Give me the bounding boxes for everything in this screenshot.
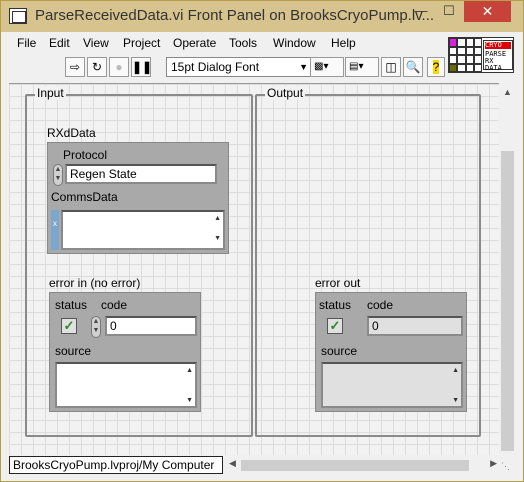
rxddata-label: RXdData [47, 126, 96, 140]
window-title: ParseReceivedData.vi Front Panel on Broo… [35, 7, 435, 24]
abort-icon: ● [115, 60, 123, 74]
scroll-up-icon[interactable]: ▲ [503, 87, 512, 97]
font-select[interactable]: 15pt Dialog Font ▼ [166, 57, 312, 77]
minimize-button[interactable]: — [407, 1, 435, 22]
maximize-icon: ☐ [443, 3, 455, 18]
vi-window: ParseReceivedData.vi Front Panel on Broo… [0, 0, 524, 482]
error-out-code-field: 0 [367, 316, 463, 336]
array-index-display[interactable]: x [51, 210, 59, 250]
error-out-code-label: code [367, 298, 394, 312]
menu-window[interactable]: Window [273, 36, 316, 50]
vi-icon-line-1: CRYO [485, 42, 511, 49]
protocol-ring[interactable]: Regen State [65, 164, 217, 184]
menu-view[interactable]: View [83, 36, 109, 50]
menu-operate[interactable]: Operate [173, 36, 216, 50]
labview-icon [9, 8, 27, 24]
vertical-scroll-thumb[interactable] [501, 151, 514, 451]
error-out-source-textbox: ▲ ▼ [321, 362, 463, 408]
search-icon: 🔍 [405, 60, 421, 74]
pause-icon: ❚❚ [132, 60, 153, 74]
vi-connector-icon[interactable]: CRYO PARSE RX DATA [448, 37, 514, 73]
close-button[interactable]: ✕ [464, 1, 511, 22]
error-out-label: error out [315, 276, 361, 290]
close-icon: ✕ [481, 3, 494, 19]
toolbar: ⇨ ↻ ● ❚❚ 15pt Dialog Font ▼ ▩▾ ▤▾ ◫ 🔍 ? [9, 54, 445, 80]
source-scroll-arrows-icon[interactable]: ▲ ▼ [186, 366, 193, 406]
maximize-button[interactable]: ☐ [435, 1, 463, 22]
chevron-down-icon: ▼ [299, 62, 308, 72]
help-button[interactable]: ? [427, 57, 445, 77]
error-in-status-label: status [55, 298, 88, 312]
input-cluster-title: Input [35, 86, 66, 100]
horizontal-scrollbar[interactable]: ◀ ▶ [227, 457, 499, 474]
menu-bar: File Edit View Project Operate Tools Win… [9, 34, 443, 52]
commsdata-label: CommsData [51, 190, 118, 204]
protocol-ring-arrows[interactable]: ▲ ▼ [53, 164, 63, 186]
distribute-objects-button[interactable]: ▤▾ [345, 57, 379, 77]
protocol-value: Regen State [70, 167, 137, 181]
menu-project[interactable]: Project [123, 36, 160, 50]
font-select-value: 15pt Dialog Font [171, 60, 260, 74]
error-in-code-field[interactable]: 0 [105, 316, 197, 336]
error-in-source-label: source [55, 344, 92, 358]
title-bar[interactable]: ParseReceivedData.vi Front Panel on Broo… [1, 1, 523, 32]
project-context-status: BrooksCryoPump.lvproj/My Computer [9, 456, 223, 474]
output-cluster-title: Output [265, 86, 306, 100]
error-in-code-arrows[interactable]: ▲ ▼ [91, 316, 101, 338]
scroll-right-icon[interactable]: ▶ [490, 458, 497, 469]
vi-icon-line-4: DATA [485, 64, 502, 72]
run-button[interactable]: ⇨ [65, 57, 85, 77]
search-button[interactable]: 🔍 [403, 57, 423, 77]
resize-grip-icon[interactable]: ⋱ [501, 461, 510, 472]
connector-pane-icon [449, 38, 482, 72]
run-continuously-icon: ↻ [91, 60, 103, 74]
error-out-status-label: status [319, 298, 352, 312]
vi-icon-label: CRYO PARSE RX DATA [483, 40, 513, 72]
reorder-button[interactable]: ◫ [381, 57, 401, 77]
error-in-code-value: 0 [110, 319, 117, 333]
error-in-source-textbox[interactable]: ▲ ▼ [55, 362, 197, 408]
menu-file[interactable]: File [17, 36, 36, 50]
menu-edit[interactable]: Edit [49, 36, 70, 50]
error-out-code-value: 0 [372, 319, 379, 333]
minimize-icon: — [414, 3, 428, 18]
run-arrow-icon: ⇨ [69, 60, 81, 74]
vertical-scrollbar[interactable]: ▲ [499, 83, 516, 455]
textbox-scroll-arrows-icon[interactable]: ▲ ▼ [214, 214, 221, 244]
menu-tools[interactable]: Tools [229, 36, 257, 50]
menu-help[interactable]: Help [331, 36, 356, 50]
protocol-label: Protocol [63, 148, 108, 162]
error-in-status-check-icon[interactable]: ✓ [61, 318, 77, 334]
out-source-scroll-arrows-icon[interactable]: ▲ ▼ [452, 366, 459, 406]
error-in-label: error in (no error) [49, 276, 141, 290]
commsdata-textbox[interactable]: ▲ ▼ [61, 210, 225, 250]
reorder-icon: ◫ [385, 60, 397, 74]
help-icon: ? [432, 60, 440, 74]
horizontal-scroll-thumb[interactable] [241, 460, 469, 471]
error-out-source-label: source [321, 344, 358, 358]
scroll-left-icon[interactable]: ◀ [229, 458, 236, 469]
run-continuously-button[interactable]: ↻ [87, 57, 107, 77]
front-panel[interactable]: Input RXdData Protocol ▲ ▼ Regen State Co… [9, 83, 514, 455]
error-out-status-check-icon: ✓ [327, 318, 343, 334]
align-icon: ▩▾ [314, 61, 329, 72]
error-in-code-label: code [101, 298, 128, 312]
pause-button[interactable]: ❚❚ [131, 57, 153, 77]
abort-button[interactable]: ● [109, 57, 129, 77]
align-objects-button[interactable]: ▩▾ [310, 57, 344, 77]
distribute-icon: ▤▾ [349, 61, 364, 72]
